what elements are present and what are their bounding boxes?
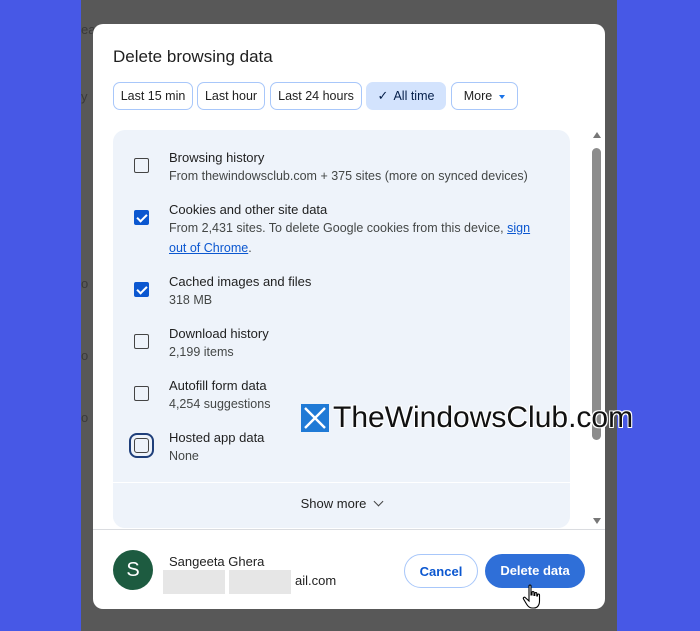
avatar: S <box>113 550 153 590</box>
item-subtitle: None <box>169 449 199 463</box>
dialog-title: Delete browsing data <box>113 47 273 66</box>
time-range-chip-last-15-min[interactable]: Last 15 min <box>113 82 193 110</box>
cookies-checkbox[interactable] <box>134 210 149 225</box>
autofill-checkbox[interactable] <box>134 386 149 401</box>
hosted-app-data-checkbox[interactable] <box>129 433 154 458</box>
item-title: Browsing history <box>169 150 265 165</box>
background-text-fragment: o <box>81 276 89 291</box>
scroll-up-arrow-icon[interactable] <box>593 132 601 138</box>
chip-label: Last 15 min <box>120 89 186 103</box>
time-range-chip-last-hour[interactable]: Last hour <box>197 82 265 110</box>
chip-label: Last 24 hours <box>278 89 354 103</box>
cancel-button[interactable]: Cancel <box>404 554 478 588</box>
item-title: Autofill form data <box>169 378 267 393</box>
chip-label: All time <box>393 89 435 103</box>
checkmark-icon: ✓ <box>377 88 389 103</box>
caret-down-icon <box>499 94 506 99</box>
browsing-history-checkbox[interactable] <box>134 158 149 173</box>
list-scrollbar[interactable] <box>591 132 603 530</box>
watermark-text: TheWindowsClub.com <box>333 401 634 434</box>
account-name: Sangeeta Ghera <box>169 554 265 569</box>
chip-label: Last hour <box>204 89 258 103</box>
item-subtitle: From 2,431 sites. To delete Google cooki… <box>169 221 531 255</box>
download-history-checkbox[interactable] <box>134 334 149 349</box>
item-title: Cookies and other site data <box>169 202 328 217</box>
item-title: Cached images and files <box>169 274 312 289</box>
background-text-fragment: y <box>81 89 88 104</box>
item-title: Hosted app data <box>169 430 265 445</box>
background-text-fragment: o <box>81 348 89 363</box>
chevron-down-icon <box>373 496 384 507</box>
item-subtitle: 318 MB <box>169 293 213 307</box>
scrollbar-thumb[interactable] <box>592 148 601 440</box>
background-text-fragment: o <box>81 410 89 425</box>
delete-data-button[interactable]: Delete data <box>485 554 585 588</box>
time-range-more-dropdown[interactable]: More <box>451 82 518 110</box>
cached-images-checkbox[interactable] <box>134 282 149 297</box>
email-visible-tail: ail.com <box>295 573 337 588</box>
chip-label: More <box>463 89 493 103</box>
hand-cursor-icon <box>522 584 541 609</box>
delete-browsing-data-dialog: Delete browsing data Last 15 min Last ho… <box>93 24 605 609</box>
item-title: Download history <box>169 326 269 341</box>
email-redaction <box>163 570 225 594</box>
email-redaction <box>229 570 291 594</box>
show-more-row: Show more <box>113 482 570 528</box>
show-more-button[interactable]: Show more <box>113 496 570 511</box>
windows-logo-icon <box>301 404 329 432</box>
item-subtitle: 2,199 items <box>169 345 234 359</box>
account-email: ail.com <box>163 570 339 594</box>
show-more-label: Show more <box>300 496 367 511</box>
item-subtitle: From thewindowsclub.com + 375 sites (mor… <box>169 169 528 183</box>
scroll-down-arrow-icon[interactable] <box>593 518 601 524</box>
time-range-chip-all-time[interactable]: ✓ All time <box>366 82 446 110</box>
data-types-list: Browsing history From thewindowsclub.com… <box>113 130 570 528</box>
time-range-chip-last-24-hours[interactable]: Last 24 hours <box>270 82 362 110</box>
